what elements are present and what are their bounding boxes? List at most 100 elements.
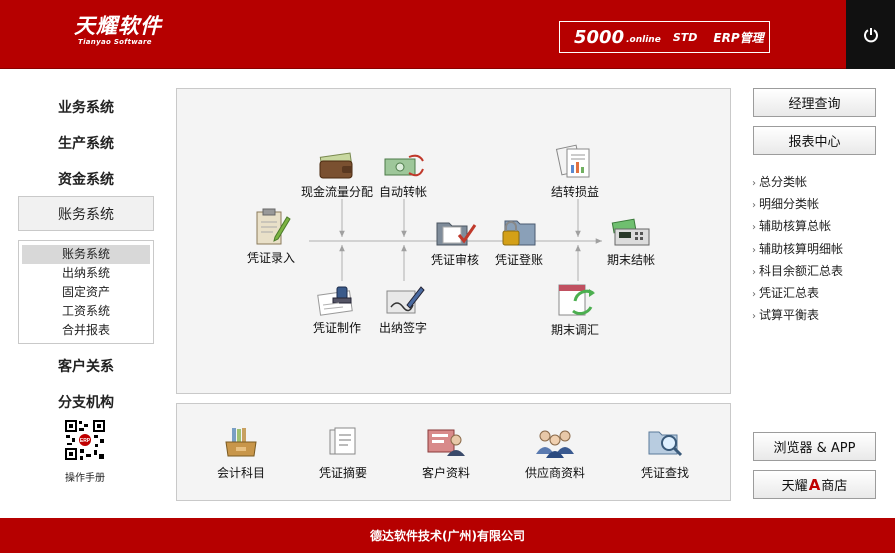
tool-voucher-summary-label: 凭证摘要 [319, 466, 368, 480]
sub-accounting[interactable]: 账务系统 [22, 245, 150, 264]
nav-accounting-system[interactable]: 账务系统 [18, 196, 154, 231]
nav-branches[interactable]: 分支机构 [18, 384, 154, 419]
node-cash-flow[interactable]: 现金流量分配 [301, 151, 373, 200]
tool-supplier-info-label: 供应商资料 [525, 466, 586, 480]
report-link-label: 辅助核算总帐 [759, 219, 832, 234]
manager-query-button[interactable]: 经理查询 [753, 88, 876, 117]
node-period-adjust[interactable]: 期末调汇 [551, 279, 599, 338]
magnifier-folder-icon [648, 431, 683, 457]
calendar-refresh-icon [558, 284, 595, 316]
tool-voucher-search-label: 凭证查找 [641, 466, 690, 480]
header-bar: 天耀软件 Tianyao Software 5000 .online STD E… [0, 0, 895, 69]
report-link-detail-ledger[interactable]: › 明细分类帐 [752, 193, 892, 215]
node-transfer-pl[interactable]: 结转损益 [551, 143, 599, 200]
report-link-label: 科目余额汇总表 [759, 263, 844, 278]
chevron-right-icon: › [752, 266, 756, 278]
report-link-aux-general[interactable]: › 辅助核算总帐 [752, 215, 892, 237]
logo-english: Tianyao Software [78, 38, 152, 46]
chevron-right-icon: › [752, 178, 756, 189]
wallet-icon [319, 152, 353, 179]
report-link-trial-balance[interactable]: › 试算平衡表 [752, 304, 892, 326]
report-link-label: 辅助核算明细帐 [759, 241, 844, 256]
node-voucher-entry-label: 凭证录入 [247, 251, 296, 265]
accounting-flow-panel: 凭证录入 现金流量分配 自动转帐 凭证审核 凭证登账 结转损益 期末结帐 凭证制… [176, 88, 731, 394]
tools-panel: 会计科目 凭证摘要 客户资料 供应商资料 凭证查找 [176, 403, 731, 501]
node-period-close[interactable]: 期末结帐 [607, 217, 655, 268]
node-period-close-label: 期末结帐 [607, 253, 656, 267]
node-transfer-pl-label: 结转损益 [551, 185, 600, 199]
sub-fixed-assets[interactable]: 固定资产 [22, 283, 150, 302]
tool-voucher-summary[interactable]: 凭证摘要 [319, 426, 367, 481]
money-transfer-icon [384, 154, 424, 177]
company-name: 德达软件技术(广州)有限公司 [370, 529, 525, 543]
node-auto-transfer-label: 自动转帐 [379, 185, 428, 199]
report-link-balance-summary[interactable]: › 科目余额汇总表 [752, 260, 892, 282]
report-links: › 总分类帐 › 明细分类帐 › 辅助核算总帐 › 辅助核算明细帐 › 科目余额汇总表 ›… [752, 171, 892, 326]
folder-check-icon [436, 222, 477, 246]
tool-voucher-search[interactable]: 凭证查找 [641, 426, 689, 481]
node-auto-transfer[interactable]: 自动转帐 [379, 151, 427, 200]
tool-customer-info[interactable]: 客户资料 [422, 426, 470, 481]
footer-bar: 德达软件技术(广州)有限公司 [0, 518, 895, 553]
node-voucher-audit[interactable]: 凭证审核 [431, 217, 479, 268]
node-voucher-post[interactable]: 凭证登账 [495, 217, 543, 268]
nav-customer-relations[interactable]: 客户关系 [18, 348, 154, 383]
locked-folder-icon [502, 220, 536, 246]
manual-label[interactable]: 操作手册 [50, 469, 120, 484]
chevron-right-icon: › [752, 288, 756, 300]
clipboard-pencil-icon [256, 208, 291, 245]
sub-cashier[interactable]: 出纳系统 [22, 264, 150, 283]
nav-funds-system[interactable]: 资金系统 [18, 161, 154, 196]
report-link-label: 总分类帐 [759, 175, 808, 189]
browser-app-button[interactable]: 浏览器 & APP [753, 432, 876, 461]
node-cashier-sign-label: 出纳签字 [379, 321, 428, 335]
product-online: .online [626, 35, 661, 45]
node-voucher-audit-label: 凭证审核 [431, 253, 480, 267]
qr-code-icon[interactable]: ERP [64, 419, 106, 461]
chevron-right-icon: › [752, 200, 756, 212]
report-link-aux-detail[interactable]: › 辅助核算明细帐 [752, 238, 892, 260]
store-label-suffix: 商店 [821, 479, 848, 494]
report-link-label: 明细分类帐 [759, 197, 820, 212]
nav-production-system[interactable]: 生产系统 [18, 125, 154, 160]
documents-chart-icon [555, 144, 590, 178]
stamp-document-icon [317, 286, 353, 316]
app-store-button[interactable]: 天耀 A 商店 [753, 470, 876, 499]
product-edition: STD [672, 30, 698, 44]
report-link-general-ledger[interactable]: › 总分类帐 [752, 171, 892, 193]
chevron-right-icon: › [752, 244, 756, 256]
power-button[interactable] [846, 0, 895, 69]
node-period-adjust-label: 期末调汇 [551, 323, 600, 337]
people-group-icon [536, 430, 574, 458]
chevron-right-icon: › [752, 222, 756, 234]
report-link-label: 试算平衡表 [759, 308, 820, 323]
product-name: ERP管理 [713, 30, 764, 45]
document-stack-icon [329, 427, 356, 455]
logo: 天耀软件 Tianyao Software [74, 14, 162, 46]
tool-customer-info-label: 客户资料 [422, 466, 471, 480]
node-voucher-make[interactable]: 凭证制作 [313, 283, 361, 336]
customer-card-icon [427, 429, 465, 456]
file-tray-icon [225, 428, 257, 457]
chevron-right-icon: › [752, 311, 756, 323]
tool-account-subjects[interactable]: 会计科目 [217, 426, 265, 481]
node-voucher-entry[interactable]: 凭证录入 [247, 207, 295, 266]
node-cashier-sign[interactable]: 出纳签字 [379, 283, 427, 336]
cash-register-icon [611, 218, 650, 246]
node-voucher-make-label: 凭证制作 [313, 321, 362, 335]
node-cash-flow-label: 现金流量分配 [301, 185, 374, 199]
svg-text:ERP: ERP [80, 438, 91, 444]
node-voucher-post-label: 凭证登账 [495, 253, 544, 267]
power-icon [863, 27, 878, 42]
accounting-submenu: 账务系统 出纳系统 固定资产 工资系统 合并报表 [18, 240, 154, 344]
report-link-label: 凭证汇总表 [759, 285, 820, 300]
tool-supplier-info[interactable]: 供应商资料 [525, 426, 585, 481]
sub-consolidated-report[interactable]: 合并报表 [22, 321, 150, 340]
tool-account-subjects-label: 会计科目 [217, 466, 266, 480]
report-center-button[interactable]: 报表中心 [753, 126, 876, 155]
report-link-voucher-summary[interactable]: › 凭证汇总表 [752, 282, 892, 304]
product-number: 5000 [574, 26, 625, 48]
nav-business-system[interactable]: 业务系统 [18, 89, 154, 124]
sub-payroll[interactable]: 工资系统 [22, 302, 150, 321]
sign-pen-icon [386, 286, 425, 314]
